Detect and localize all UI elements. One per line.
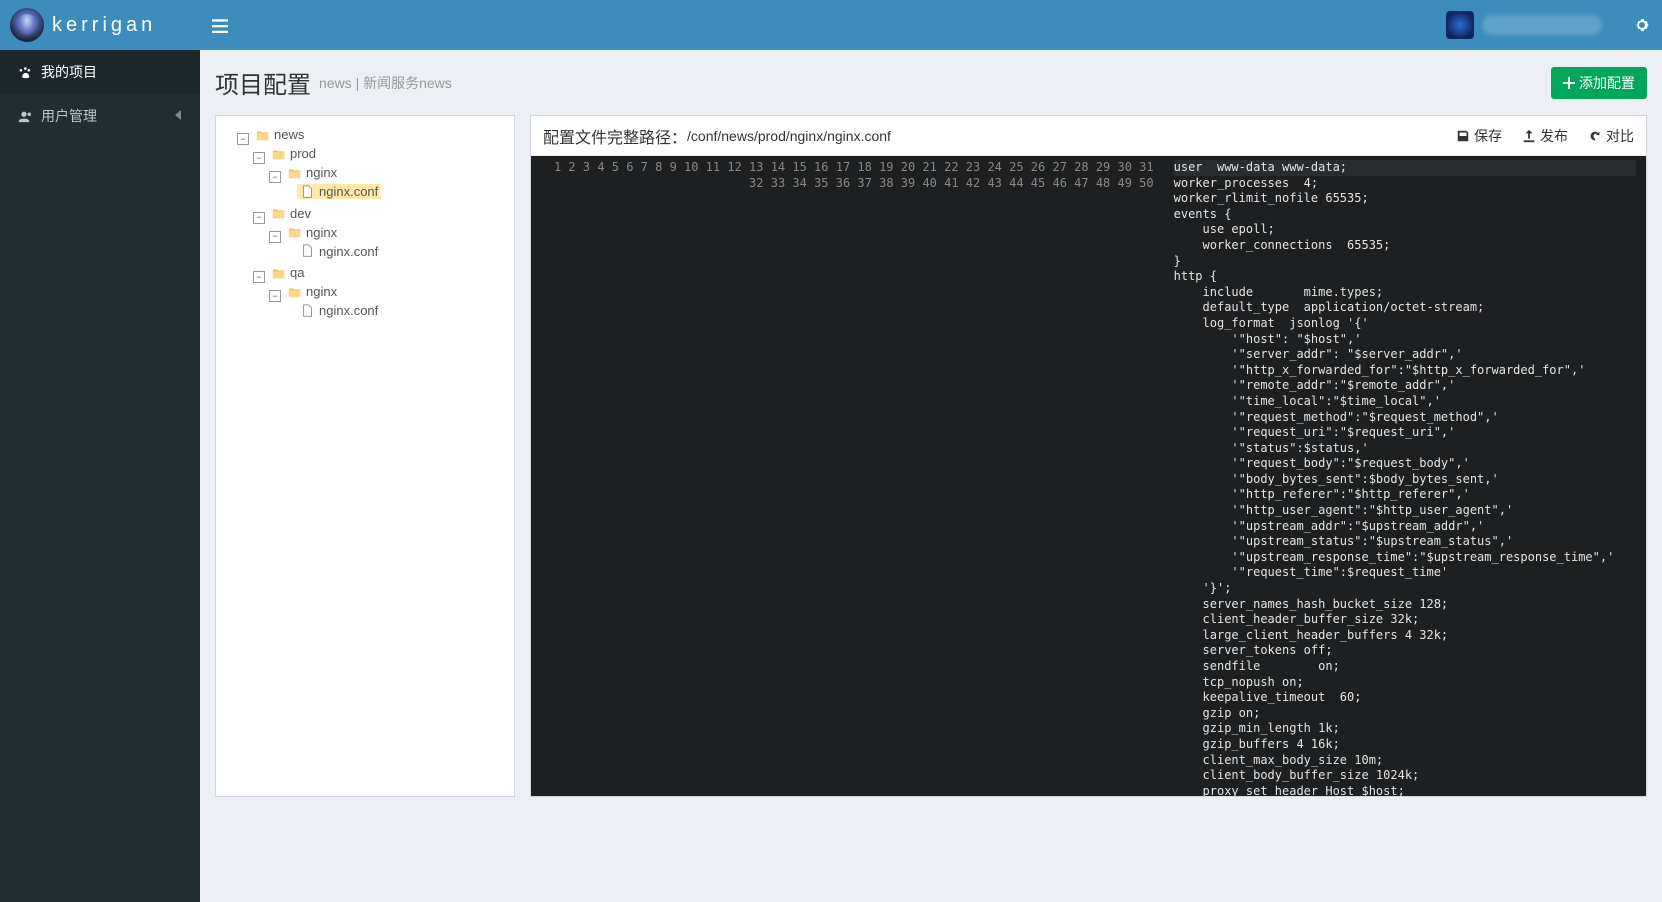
tree-toggle[interactable]: − xyxy=(269,290,281,302)
sidebar: 我的项目 用户管理 xyxy=(0,50,200,902)
tree-file[interactable]: nginx.conf xyxy=(297,184,381,199)
tree-file[interactable]: nginx.conf xyxy=(297,244,381,259)
tree-file[interactable]: nginx.conf xyxy=(297,303,381,318)
tree-toggle[interactable]: − xyxy=(253,271,265,283)
file-tree[interactable]: −news−prod−nginxnginx.conf−dev−nginxngin… xyxy=(221,126,509,325)
file-icon xyxy=(300,304,316,318)
plus-icon xyxy=(1563,77,1575,89)
user-avatar[interactable] xyxy=(1446,11,1474,39)
folder-icon xyxy=(271,206,287,220)
file-tree-panel: −news−prod−nginxnginx.conf−dev−nginxngin… xyxy=(215,115,515,797)
folder-icon xyxy=(287,166,303,180)
tree-toggle[interactable]: − xyxy=(253,212,265,224)
brand-icon xyxy=(10,8,44,42)
code-content[interactable]: user www-data www-data;worker_processes … xyxy=(1164,156,1646,796)
code-editor[interactable]: 1 2 3 4 5 6 7 8 9 10 11 12 13 14 15 16 1… xyxy=(531,156,1646,796)
folder-icon xyxy=(287,285,303,299)
tree-toggle[interactable]: − xyxy=(269,231,281,243)
sidebar-item-user-mgmt[interactable]: 用户管理 xyxy=(0,94,200,138)
paw-icon xyxy=(15,65,33,79)
main-columns: −news−prod−nginxnginx.conf−dev−nginxngin… xyxy=(215,115,1647,797)
sidebar-toggle[interactable] xyxy=(200,0,240,50)
user-name-blurred xyxy=(1482,15,1602,35)
sidebar-item-label: 用户管理 xyxy=(41,106,97,126)
save-icon xyxy=(1456,129,1470,143)
tree-folder[interactable]: dev xyxy=(268,206,314,221)
content-area: 项目配置 news | 新闻服务news 添加配置 −news−prod−ngi… xyxy=(200,50,1662,812)
file-icon xyxy=(300,185,316,199)
brand-logo[interactable]: kerrigan xyxy=(0,0,200,50)
settings-button[interactable] xyxy=(1622,0,1662,50)
app-header: kerrigan xyxy=(0,0,1662,50)
sidebar-item-my-projects[interactable]: 我的项目 xyxy=(0,50,200,94)
tree-folder[interactable]: nginx xyxy=(284,284,340,299)
gear-icon xyxy=(1634,17,1650,33)
sidebar-item-label: 我的项目 xyxy=(41,62,97,82)
diff-button[interactable]: 对比 xyxy=(1588,126,1634,146)
brand-name: kerrigan xyxy=(52,14,156,37)
file-icon xyxy=(300,244,316,258)
folder-icon xyxy=(271,147,287,161)
line-gutter: 1 2 3 4 5 6 7 8 9 10 11 12 13 14 15 16 1… xyxy=(531,156,1164,796)
editor-panel: 配置文件完整路径： /conf/news/prod/nginx/nginx.co… xyxy=(530,115,1647,797)
editor-header: 配置文件完整路径： /conf/news/prod/nginx/nginx.co… xyxy=(531,116,1646,156)
chevron-left-icon xyxy=(171,108,185,125)
users-icon xyxy=(15,109,33,123)
page-title: 项目配置 xyxy=(215,65,311,100)
breadcrumb: news | 新闻服务news xyxy=(319,73,452,93)
add-config-button[interactable]: 添加配置 xyxy=(1551,67,1647,99)
bars-icon xyxy=(212,17,228,33)
tree-folder[interactable]: qa xyxy=(268,265,307,280)
folder-icon xyxy=(287,225,303,239)
config-path: /conf/news/prod/nginx/nginx.conf xyxy=(687,128,891,144)
page-header: 项目配置 news | 新闻服务news 添加配置 xyxy=(215,65,1647,100)
tree-toggle[interactable]: − xyxy=(237,133,249,145)
folder-icon xyxy=(271,266,287,280)
tree-folder[interactable]: nginx xyxy=(284,165,340,180)
editor-actions: 保存 发布 对比 xyxy=(1456,126,1634,146)
tree-folder[interactable]: news xyxy=(252,127,307,142)
tree-toggle[interactable]: − xyxy=(269,171,281,183)
tree-toggle[interactable]: − xyxy=(253,152,265,164)
tree-folder[interactable]: prod xyxy=(268,146,319,161)
publish-icon xyxy=(1522,129,1536,143)
header-right xyxy=(1446,0,1662,50)
refresh-icon xyxy=(1588,129,1602,143)
tree-folder[interactable]: nginx xyxy=(284,225,340,240)
publish-button[interactable]: 发布 xyxy=(1522,126,1568,146)
path-label: 配置文件完整路径： xyxy=(543,124,687,148)
save-button[interactable]: 保存 xyxy=(1456,126,1502,146)
folder-icon xyxy=(255,128,271,142)
